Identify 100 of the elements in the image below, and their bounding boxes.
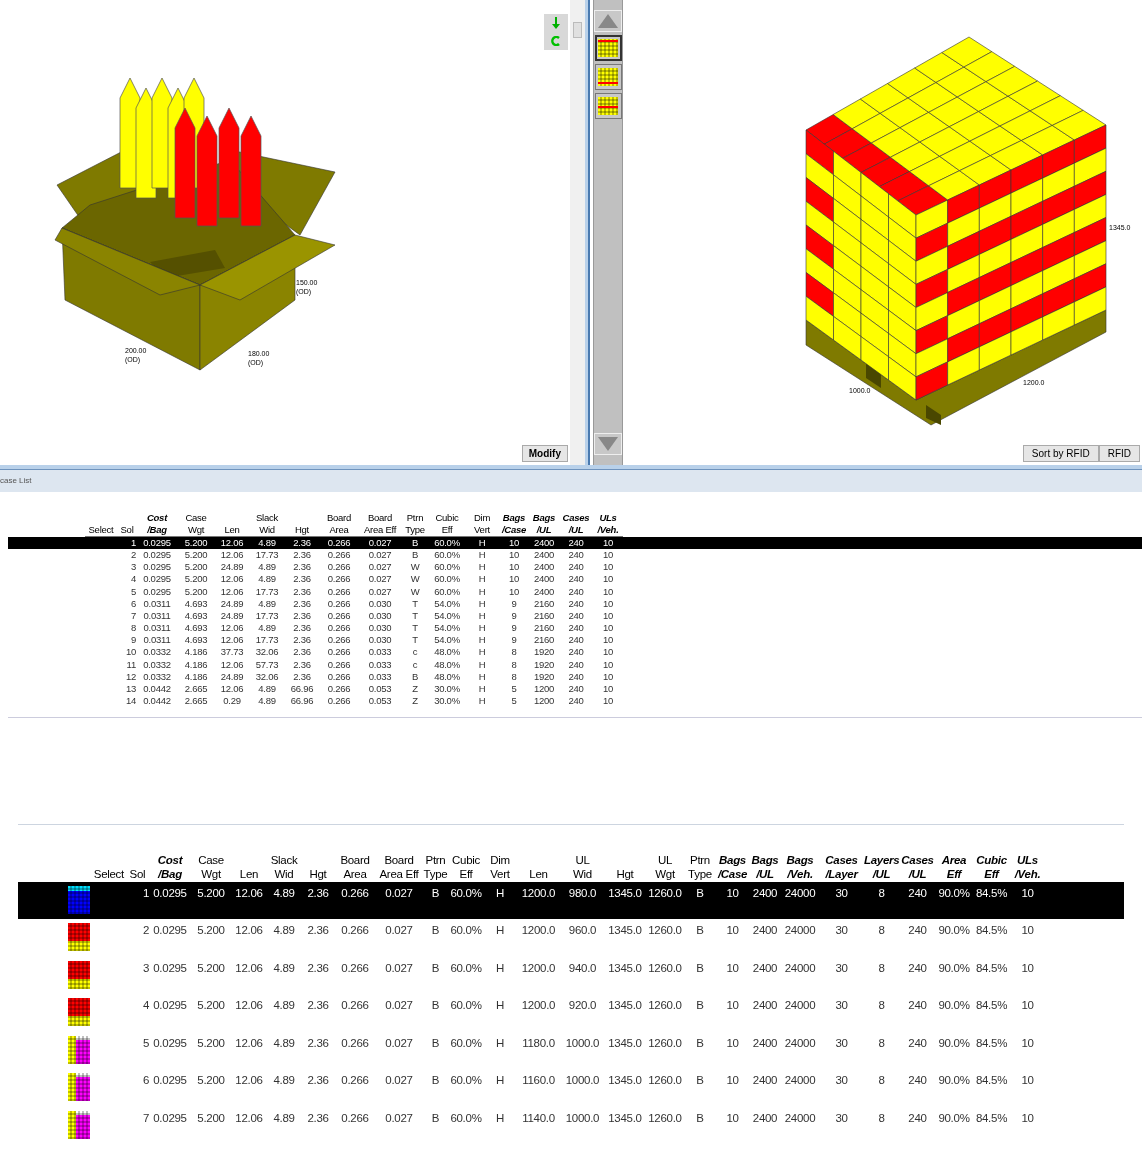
column-header: Select xyxy=(85,523,117,537)
table-row[interactable]: 4 0.0295 5.200 12.06 4.89 2.36 0.266 0.027 W 60.0% H 10 2400 240 10 xyxy=(8,573,1142,586)
table-cell: 4.89 xyxy=(258,695,276,707)
table-cell: 240 xyxy=(568,597,584,609)
refresh-button[interactable] xyxy=(544,32,568,50)
table-cell: 54.0% xyxy=(434,609,460,621)
table-cell: H xyxy=(478,695,486,707)
table-cell: B xyxy=(696,999,704,1012)
table-row[interactable]: 9 0.0311 4.693 12.06 17.73 2.36 0.266 0.030 T 54.0% H 9 2160 240 10 xyxy=(8,634,1142,647)
table-cell: 12 xyxy=(125,670,136,682)
table-cell: 10 xyxy=(508,561,520,573)
table-row[interactable]: 8 0.0311 4.693 12.06 4.89 2.36 0.266 0.030 T 54.0% H 9 2160 240 10 xyxy=(8,622,1142,635)
table-cell: H xyxy=(496,924,504,937)
pallet-pattern-icon xyxy=(68,960,90,989)
table-cell: 0.266 xyxy=(327,548,351,560)
table-row[interactable]: 1 0.0295 5.200 12.06 4.89 2.36 0.266 0.027 B 60.0% H 10 2400 240 10 xyxy=(8,536,1142,549)
table-cell: 1200.0 xyxy=(521,999,556,1012)
table-cell: 60.0% xyxy=(450,1111,482,1124)
table-cell: 24000 xyxy=(784,886,816,899)
table-cell: 12.06 xyxy=(220,536,244,548)
table-cell: 0.266 xyxy=(341,1074,369,1087)
table-cell: 84.5% xyxy=(975,999,1008,1012)
table-row[interactable]: 6 0.0295 5.200 12.06 4.89 2.36 0.266 0.027 B 60.0% H 1160.0 1000.0 1345.0 1260.0 B 10 2400 24000 30 8 240 90.0% 84.5% 10 xyxy=(18,1069,1124,1107)
table-cell: 9 xyxy=(511,622,517,634)
table-cell: 54.0% xyxy=(434,634,460,646)
table-cell: 0.027 xyxy=(385,961,413,974)
view-button[interactable] xyxy=(594,35,622,61)
table-cell: 66.96 xyxy=(290,683,314,694)
table-row[interactable]: 3 0.0295 5.200 24.89 4.89 2.36 0.266 0.027 W 60.0% H 10 2400 240 10 xyxy=(8,561,1142,574)
table-cell: 24000 xyxy=(784,1074,816,1087)
table-cell: H xyxy=(496,961,504,974)
table-row[interactable]: 12 0.0332 4.186 24.89 32.06 2.36 0.266 0.033 B 48.0% H 8 1920 240 10 xyxy=(8,670,1142,683)
modify-button[interactable]: Modify xyxy=(521,445,568,462)
table-row[interactable]: 2 0.0295 5.200 12.06 17.73 2.36 0.266 0.027 B 60.0% H 10 2400 240 10 xyxy=(8,548,1142,562)
table-cell: 10 xyxy=(602,695,614,707)
table-cell: 0.0295 xyxy=(153,1111,187,1124)
table-cell: 0.266 xyxy=(327,597,351,609)
table-cell: 0.0295 xyxy=(143,536,171,548)
scrollbar[interactable] xyxy=(570,0,585,465)
table-cell: 4.186 xyxy=(184,670,208,682)
table-cell: 32.06 xyxy=(255,646,279,658)
table-cell: 2160 xyxy=(533,609,555,621)
table-cell: 8 xyxy=(130,622,136,634)
table-cell: 57.73 xyxy=(255,658,279,670)
table-cell: 60.0% xyxy=(434,585,460,597)
arrow-down-button[interactable] xyxy=(544,14,568,32)
table-row[interactable]: 10 0.0332 4.186 37.73 32.06 2.36 0.266 0.033 c 48.0% H 8 1920 240 10 xyxy=(8,646,1142,659)
table-cell: 24000 xyxy=(784,999,816,1012)
table-row[interactable]: 2 0.0295 5.200 12.06 4.89 2.36 0.266 0.027 B 60.0% H 1200.0 960.0 1345.0 1260.0 B 10 2400 24000 30 8 240 90.0% 84.5% 10 xyxy=(18,919,1124,957)
table-cell: 0.266 xyxy=(327,683,351,694)
table-cell: 240 xyxy=(568,683,584,694)
table-cell: W xyxy=(410,561,420,573)
table-cell: 0.266 xyxy=(327,536,351,548)
table-row[interactable]: 1 0.0295 5.200 12.06 4.89 2.36 0.266 0.027 B 60.0% H 1200.0 980.0 1345.0 1260.0 B 10 2400 24000 30 8 240 90.0% 84.5% 10 xyxy=(18,881,1124,920)
table-row[interactable]: 5 0.0295 5.200 12.06 17.73 2.36 0.266 0.027 W 60.0% H 10 2400 240 10 xyxy=(8,585,1142,598)
table-cell: 0.030 xyxy=(368,634,392,646)
table-row[interactable]: 7 0.0295 5.200 12.06 4.89 2.36 0.266 0.027 B 60.0% H 1140.0 1000.0 1345.0 1260.0 B 10 2400 24000 30 8 240 90.0% 84.5% 10 xyxy=(18,1106,1124,1145)
table-row[interactable]: 4 0.0295 5.200 12.06 4.89 2.36 0.266 0.027 B 60.0% H 1200.0 920.0 1345.0 1260.0 B 10 2400 24000 30 8 240 90.0% 84.5% 10 xyxy=(18,994,1124,1032)
table-row[interactable]: 7 0.0311 4.693 24.89 17.73 2.36 0.266 0.030 T 54.0% H 9 2160 240 10 xyxy=(8,609,1142,623)
sort-button[interactable]: Sort by RFID xyxy=(1022,445,1099,462)
rfid-button[interactable]: RFID xyxy=(1098,445,1140,462)
table-row[interactable]: 14 0.0442 2.665 0.29 4.89 66.96 0.266 0.053 Z 30.0% H 5 1200 240 10 xyxy=(8,695,1142,708)
table-cell: 0.027 xyxy=(385,999,413,1012)
table-cell: 84.5% xyxy=(975,924,1008,937)
table-cell: 90.0% xyxy=(938,924,970,937)
table-cell: 0.266 xyxy=(341,1036,369,1049)
table-cell: 0.266 xyxy=(327,646,351,658)
table-row[interactable]: 6 0.0311 4.693 24.89 4.89 2.36 0.266 0.030 T 54.0% H 9 2160 240 10 xyxy=(8,597,1142,610)
table-cell: 60.0% xyxy=(434,573,460,585)
table-cell: 0.0442 xyxy=(143,683,171,694)
table-cell: 0.266 xyxy=(327,561,351,573)
table-cell: 5.200 xyxy=(197,1074,225,1087)
table-row[interactable]: 3 0.0295 5.200 12.06 4.89 2.36 0.266 0.027 B 60.0% H 1200.0 940.0 1345.0 1260.0 B 10 2400 24000 30 8 240 90.0% 84.5% 10 xyxy=(18,956,1124,995)
table-cell: 4.186 xyxy=(184,646,208,658)
pallet-pattern-icon xyxy=(68,1035,90,1064)
table-cell: 2400 xyxy=(752,1074,778,1087)
table-row[interactable]: 11 0.0332 4.186 12.06 57.73 2.36 0.266 0.033 c 48.0% H 8 1920 240 10 xyxy=(8,658,1142,671)
scroll-down-button[interactable] xyxy=(594,433,622,455)
arrow-down-icon xyxy=(552,17,560,29)
table-cell: 0.027 xyxy=(385,1074,413,1087)
table-cell: 10 xyxy=(1021,1074,1034,1087)
table-cell: 84.5% xyxy=(975,1036,1008,1049)
table-cell: 240 xyxy=(568,634,584,646)
table-row[interactable]: 13 0.0442 2.665 12.06 4.89 66.96 0.266 0.053 Z 30.0% H 5 1200 240 10 xyxy=(8,683,1142,696)
table-cell: 30 xyxy=(835,924,848,937)
table-cell: 0.266 xyxy=(327,573,351,585)
table-cell: B xyxy=(411,536,419,548)
table-row[interactable]: 5 0.0295 5.200 12.06 4.89 2.36 0.266 0.027 B 60.0% H 1180.0 1000.0 1345.0 1260.0 B 10 2400 24000 30 8 240 90.0% 84.5% 10 xyxy=(18,1031,1124,1070)
table-cell: H xyxy=(478,609,486,621)
pallet-pattern-icon xyxy=(68,998,90,1027)
table-cell: 0.0295 xyxy=(153,999,187,1012)
table-cell: 2400 xyxy=(533,585,555,597)
table-cell: 48.0% xyxy=(434,646,460,658)
table-cell: 5.200 xyxy=(197,1036,225,1049)
table-cell: 240 xyxy=(568,646,584,658)
table-cell: 4.89 xyxy=(273,1074,295,1087)
table-cell: T xyxy=(412,634,418,646)
table-cell: 60.0% xyxy=(450,886,482,899)
table-cell: 66.96 xyxy=(290,695,314,707)
table-cell: 60.0% xyxy=(450,1036,482,1049)
